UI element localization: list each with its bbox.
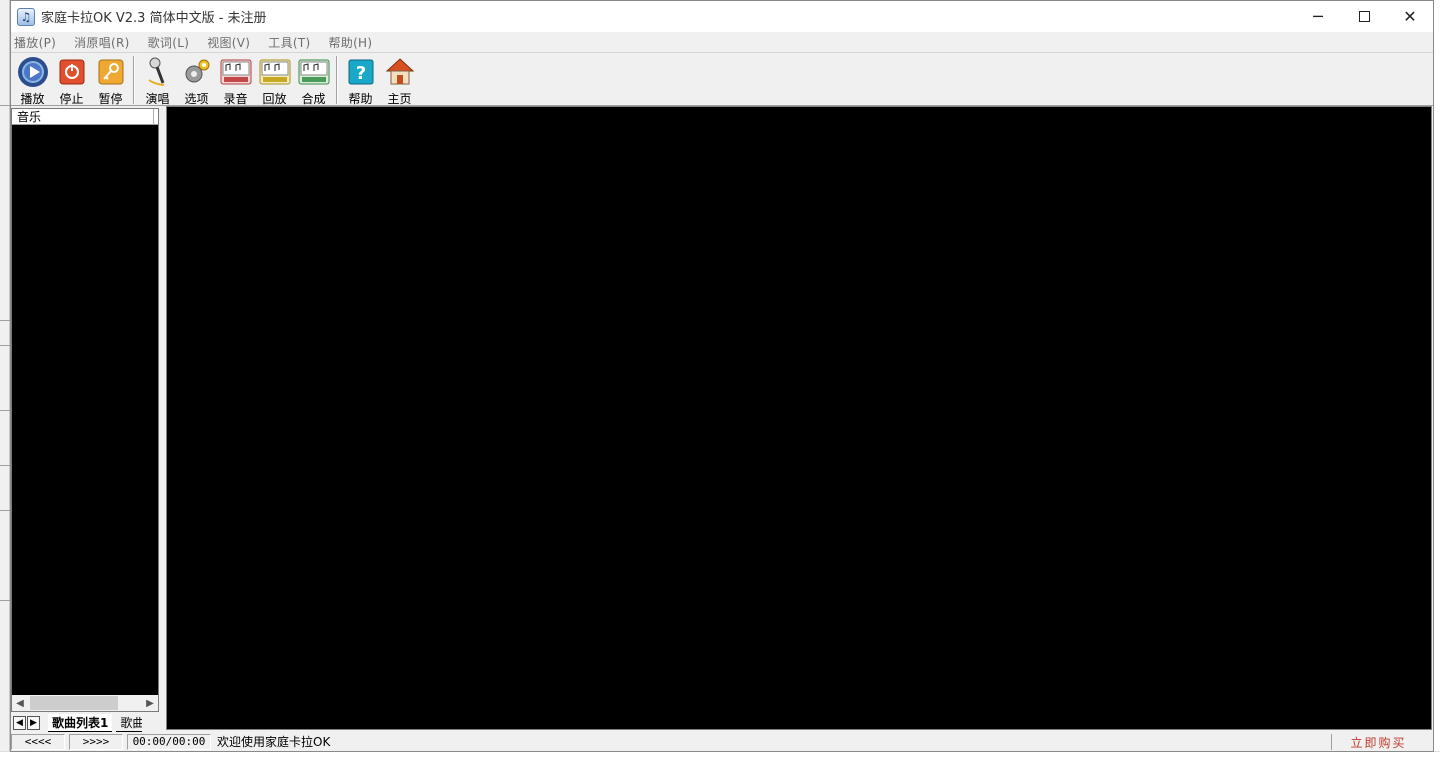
options-button[interactable]: 选项 [177, 56, 216, 107]
column-header-music[interactable]: 音乐 [12, 109, 158, 125]
mix-label: 合成 [301, 92, 326, 106]
stop-button[interactable]: 停止 [52, 56, 91, 107]
column-header-label: 音乐 [17, 110, 42, 124]
microphone-icon [142, 56, 174, 88]
content-area: 音乐 ◀ ▶ ◀ ▶ 歌曲列表1 歌曲 [11, 106, 1433, 732]
playback-label: 回放 [262, 92, 287, 106]
options-label: 选项 [184, 92, 209, 106]
play-icon [17, 56, 49, 88]
maximize-icon [1358, 11, 1370, 22]
scroll-thumb[interactable] [30, 696, 118, 710]
record-button[interactable]: 录音 [216, 56, 255, 107]
sound-record-icon [220, 56, 252, 88]
background-app-edge [0, 0, 10, 759]
sound-playback-icon [259, 56, 291, 88]
title-bar[interactable]: ♫ 家庭卡拉OK V2.3 简体中文版 - 未注册 ─ ✕ [11, 1, 1433, 32]
pause-button[interactable]: 暂停 [91, 56, 130, 107]
next-button[interactable]: >>>> [69, 733, 123, 750]
song-list[interactable]: 音乐 ◀ ▶ [11, 108, 159, 712]
scroll-left-icon[interactable]: ◀ [12, 695, 28, 711]
menu-view[interactable]: 视图(V) [207, 34, 250, 51]
main-window: ♫ 家庭卡拉OK V2.3 简体中文版 - 未注册 ─ ✕ 播放(P) 消原唱(… [10, 0, 1434, 752]
window-title: 家庭卡拉OK V2.3 简体中文版 - 未注册 [41, 11, 267, 26]
video-display[interactable] [166, 106, 1432, 730]
home-button[interactable]: 主页 [380, 56, 419, 107]
time-display: 00:00/00:00 [127, 733, 211, 750]
record-label: 录音 [223, 92, 248, 106]
tab-prev-icon[interactable]: ◀ [13, 716, 26, 730]
playlist-panel: 音乐 ◀ ▶ ◀ ▶ 歌曲列表1 歌曲 [11, 108, 161, 732]
menu-vocal-remove[interactable]: 消原唱(R) [74, 34, 130, 51]
toolbar-separator [133, 56, 135, 104]
scroll-right-icon[interactable]: ▶ [142, 695, 158, 711]
menu-help[interactable]: 帮助(H) [328, 34, 372, 51]
help-icon: ? [345, 56, 377, 88]
background-app-bottom [0, 751, 1440, 759]
sing-button[interactable]: 演唱 [138, 56, 177, 107]
minimize-button[interactable]: ─ [1295, 1, 1341, 32]
toolbar-separator [336, 56, 338, 104]
playback-button[interactable]: 回放 [255, 56, 294, 107]
play-button[interactable]: 播放 [13, 56, 52, 107]
toolbar: 播放 停止 暂停 演唱 选项 录音 回放 合成 ? 帮助 主页 [11, 52, 1433, 106]
sound-mix-icon [298, 56, 330, 88]
pause-label: 暂停 [98, 92, 123, 106]
music-note-icon: ♫ [17, 7, 35, 26]
close-button[interactable]: ✕ [1387, 1, 1433, 32]
playlist-tabs: ◀ ▶ 歌曲列表1 歌曲 [11, 714, 161, 732]
help-button[interactable]: ? 帮助 [341, 56, 380, 107]
tab-song-list-1[interactable]: 歌曲列表1 [48, 714, 113, 732]
play-label: 播放 [20, 92, 45, 106]
gear-icon [181, 56, 213, 88]
menu-tools[interactable]: 工具(T) [268, 34, 310, 51]
help-label: 帮助 [348, 92, 373, 106]
prev-button[interactable]: <<<< [11, 733, 65, 750]
status-bar: <<<< >>>> 00:00/00:00 欢迎使用家庭卡拉OK 立即购买 [11, 732, 1433, 751]
menu-bar: 播放(P) 消原唱(R) 歌词(L) 视图(V) 工具(T) 帮助(H) [11, 32, 1433, 52]
horizontal-scrollbar[interactable]: ◀ ▶ [12, 695, 158, 711]
column-divider [153, 109, 154, 125]
status-message: 欢迎使用家庭卡拉OK [217, 735, 331, 749]
menu-lyrics[interactable]: 歌词(L) [148, 34, 190, 51]
home-label: 主页 [387, 92, 412, 106]
minimize-icon: ─ [1313, 7, 1323, 26]
tab-next-icon[interactable]: ▶ [27, 716, 40, 730]
home-icon [384, 56, 416, 88]
close-icon: ✕ [1403, 7, 1417, 26]
power-icon [56, 56, 88, 88]
key-icon [95, 56, 127, 88]
tab-song-list-2[interactable]: 歌曲 [116, 714, 143, 732]
maximize-button[interactable] [1341, 1, 1387, 32]
stop-label: 停止 [59, 92, 84, 106]
svg-text:?: ? [355, 63, 365, 84]
buy-now-link[interactable]: 立即购买 [1331, 734, 1425, 750]
sing-label: 演唱 [145, 92, 170, 106]
mix-button[interactable]: 合成 [294, 56, 333, 107]
menu-play[interactable]: 播放(P) [14, 34, 56, 51]
